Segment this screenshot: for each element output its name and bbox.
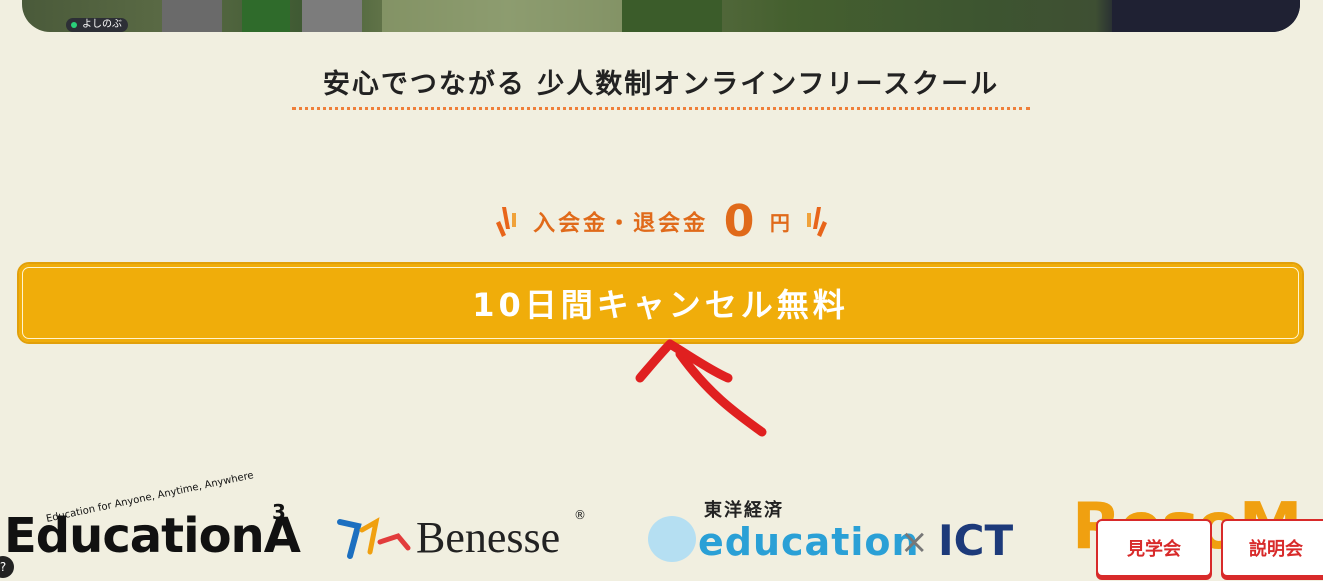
info-session-button[interactable]: 説明会 xyxy=(1221,519,1323,577)
fee-amount: 0 xyxy=(723,196,755,247)
benesse-registered: ® xyxy=(574,508,586,522)
toyo-ict: ICT xyxy=(938,516,1014,565)
fee-label: 入会金・退会金 xyxy=(533,211,709,237)
benesse-mark-icon xyxy=(337,517,411,559)
hero-image: よしのぶ xyxy=(22,0,1300,32)
annotation-arrow-icon xyxy=(635,339,767,437)
toyo-cross: × xyxy=(900,522,929,562)
left-spark-icon xyxy=(495,206,516,237)
fee-notice: 入会金・退会金 0 円 xyxy=(0,196,1323,247)
benesse-wordmark: Benesse xyxy=(416,513,561,562)
education-a3-main: EducationA xyxy=(4,508,301,564)
hero-tile xyxy=(382,0,622,32)
fee-unit: 円 xyxy=(769,211,790,235)
user-name-tag: よしのぶ xyxy=(66,18,128,32)
right-spark-icon xyxy=(807,206,828,237)
hero-tile xyxy=(242,0,290,32)
tagline-heading: 安心でつながる 少人数制オンラインフリースクール xyxy=(292,62,1030,110)
hero-tile xyxy=(162,0,222,32)
education-a3-logo: Education for Anyone, Anytime, Anywhere … xyxy=(4,470,301,570)
tour-button[interactable]: 見学会 xyxy=(1096,519,1212,577)
toyo-education: education xyxy=(698,520,920,564)
hero-tile xyxy=(1112,0,1300,32)
toyo-kanji: 東洋経済 xyxy=(704,500,784,521)
education-a3-sup: 3 xyxy=(272,500,286,524)
toyo-keizai-education-ict-logo: 東洋経済 education × ICT xyxy=(648,496,1028,566)
hero-tile xyxy=(302,0,362,32)
hero-tile xyxy=(622,0,722,32)
toyo-bubble-icon xyxy=(648,516,696,562)
cancel-free-button[interactable]: 10日間キャンセル無料 xyxy=(17,262,1304,344)
